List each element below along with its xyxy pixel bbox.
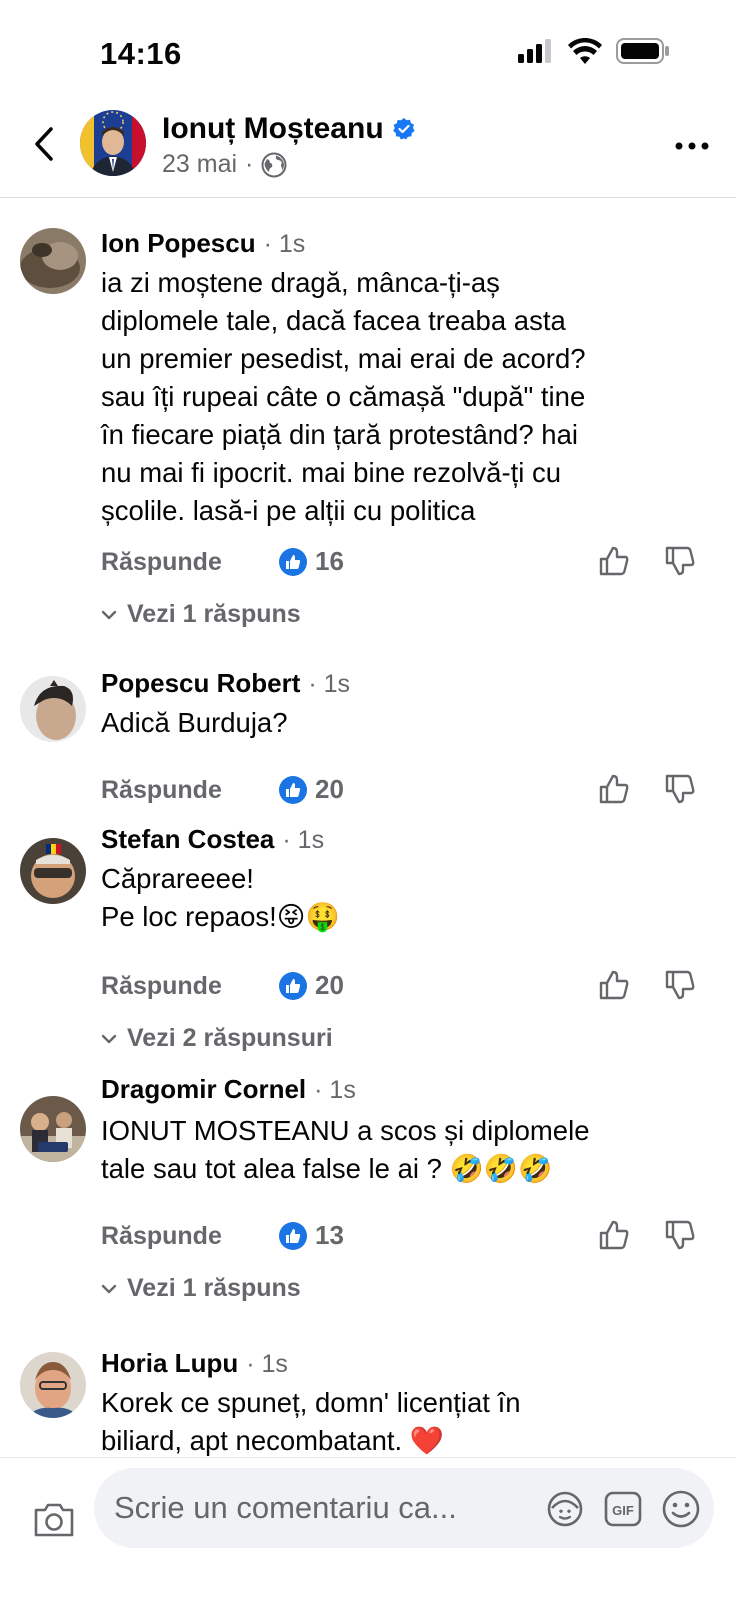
battery-icon bbox=[616, 38, 669, 64]
comment-text: ia zi moștene dragă, mânca-ți-aș diplome… bbox=[101, 267, 586, 526]
reaction-summary[interactable]: 13 bbox=[279, 1220, 344, 1251]
emoji-icon[interactable] bbox=[660, 1488, 702, 1530]
view-replies-label: Vezi 1 răspuns bbox=[127, 1274, 301, 1302]
comment-author[interactable]: Popescu Robert bbox=[101, 668, 300, 699]
comment-header: Dragomir Cornel · 1s bbox=[101, 1074, 356, 1105]
like-badge-icon bbox=[279, 547, 307, 576]
status-time: 14:16 bbox=[100, 36, 182, 71]
like-count: 20 bbox=[315, 970, 344, 1000]
comment: Dragomir Cornel · 1s IONUT MOSTEANU a sc… bbox=[0, 1074, 736, 1316]
like-badge-icon bbox=[279, 971, 307, 1000]
comment-author[interactable]: Horia Lupu bbox=[101, 1352, 238, 1379]
comment-field[interactable]: GIF bbox=[94, 1468, 714, 1548]
avatar[interactable] bbox=[20, 1352, 86, 1418]
svg-text:GIF: GIF bbox=[612, 1503, 634, 1518]
status-icons bbox=[518, 38, 670, 64]
author-avatar[interactable] bbox=[80, 110, 146, 176]
globe-icon bbox=[261, 152, 287, 177]
thumb-down-icon[interactable] bbox=[663, 1218, 697, 1252]
meta-separator: · bbox=[245, 150, 254, 178]
avatar[interactable] bbox=[20, 1096, 86, 1162]
avatar[interactable] bbox=[20, 838, 86, 904]
view-replies-button[interactable]: Vezi 2 răspunsuri bbox=[101, 1024, 333, 1053]
post-date: 23 mai bbox=[162, 150, 238, 178]
comment-time: · 1s bbox=[314, 1076, 356, 1104]
comment-author[interactable]: Stefan Costea bbox=[101, 824, 274, 855]
avatar-sticker-icon[interactable] bbox=[544, 1488, 586, 1530]
author-name[interactable]: Ionuț Moșteanu bbox=[162, 112, 384, 146]
reaction-summary[interactable]: 16 bbox=[279, 546, 344, 577]
chevron-down-icon bbox=[101, 1284, 117, 1293]
like-badge-icon bbox=[279, 775, 307, 804]
view-replies-label: Vezi 2 răspunsuri bbox=[127, 1024, 333, 1052]
wifi-icon bbox=[568, 38, 602, 64]
post-header: Ionuț Moșteanu 23 mai · bbox=[0, 100, 736, 198]
cellular-signal-icon bbox=[518, 39, 551, 63]
comment: Horia Lupu · 1s Korek ce spuneț, domn' l… bbox=[0, 1352, 736, 1457]
back-button[interactable] bbox=[22, 122, 66, 166]
comment-time: · 1s bbox=[246, 1352, 288, 1378]
comment-header: Horia Lupu · 1s bbox=[101, 1352, 288, 1379]
comment-text: Adică Burduja? bbox=[101, 707, 288, 738]
like-count: 13 bbox=[315, 1220, 344, 1250]
avatar[interactable] bbox=[20, 676, 86, 742]
thumb-up-icon[interactable] bbox=[597, 544, 631, 578]
status-bar: 14:16 bbox=[0, 0, 736, 100]
thumb-down-icon[interactable] bbox=[663, 968, 697, 1002]
comment-header: Ion Popescu · 1s bbox=[101, 228, 305, 259]
thumb-down-icon[interactable] bbox=[663, 772, 697, 806]
thumb-up-icon[interactable] bbox=[597, 1218, 631, 1252]
comment-time: · 1s bbox=[308, 670, 351, 698]
author-name-row: Ionuț Moșteanu bbox=[162, 112, 416, 146]
comment-text: IONUT MOSTEANU a scos și diplomele tale … bbox=[101, 1115, 590, 1184]
comment-author[interactable]: Ion Popescu bbox=[101, 228, 256, 259]
comment-composer: GIF bbox=[0, 1457, 736, 1600]
like-badge-icon bbox=[279, 1221, 307, 1250]
reply-button[interactable]: Răspunde bbox=[101, 972, 222, 1001]
reaction-summary[interactable]: 20 bbox=[279, 774, 344, 805]
like-count: 20 bbox=[315, 774, 344, 804]
comment-time: · 1s bbox=[282, 826, 325, 854]
view-replies-button[interactable]: Vezi 1 răspuns bbox=[101, 600, 301, 629]
verified-badge-icon bbox=[392, 118, 415, 140]
more-horizontal-icon bbox=[675, 142, 709, 150]
reaction-summary[interactable]: 20 bbox=[279, 970, 344, 1001]
view-replies-label: Vezi 1 răspuns bbox=[127, 600, 301, 628]
chevron-down-icon bbox=[101, 610, 117, 619]
reply-button[interactable]: Răspunde bbox=[101, 548, 222, 577]
comment-text: Căprareeee! Pe loc repaos!😝🤑 bbox=[101, 863, 340, 932]
comment: Popescu Robert · 1s Adică Burduja? Răspu… bbox=[0, 668, 736, 816]
comment-header: Stefan Costea · 1s bbox=[101, 824, 324, 855]
thumb-up-icon[interactable] bbox=[597, 968, 631, 1002]
comment-actions: Răspunde 20 bbox=[101, 772, 711, 812]
chevron-down-icon bbox=[101, 1034, 117, 1043]
avatar[interactable] bbox=[20, 228, 86, 294]
comment-text: Korek ce spuneț, domn' licențiat în bili… bbox=[101, 1387, 521, 1456]
comment-actions: Răspunde 20 bbox=[101, 968, 711, 1008]
comment-time: · 1s bbox=[263, 230, 306, 258]
thumb-down-icon[interactable] bbox=[663, 544, 697, 578]
chevron-left-icon bbox=[35, 127, 53, 161]
thumb-up-icon[interactable] bbox=[597, 772, 631, 806]
comment-author[interactable]: Dragomir Cornel bbox=[101, 1074, 306, 1105]
comment-actions: Răspunde 16 bbox=[101, 544, 711, 584]
comment-header: Popescu Robert · 1s bbox=[101, 668, 350, 699]
more-options-button[interactable] bbox=[670, 124, 714, 168]
gif-icon[interactable]: GIF bbox=[602, 1488, 644, 1530]
comment: Stefan Costea · 1s Căprareeee! Pe loc re… bbox=[0, 824, 736, 1068]
camera-icon[interactable] bbox=[32, 1498, 76, 1542]
post-meta: 23 mai · bbox=[162, 150, 287, 179]
comment: Ion Popescu · 1s ia zi moștene dragă, mâ… bbox=[0, 228, 736, 638]
reply-button[interactable]: Răspunde bbox=[101, 776, 222, 805]
comment-actions: Răspunde 13 bbox=[101, 1218, 711, 1258]
comment-input[interactable] bbox=[114, 1486, 534, 1530]
like-count: 16 bbox=[315, 546, 344, 576]
reply-button[interactable]: Răspunde bbox=[101, 1222, 222, 1251]
view-replies-button[interactable]: Vezi 1 răspuns bbox=[101, 1274, 301, 1303]
